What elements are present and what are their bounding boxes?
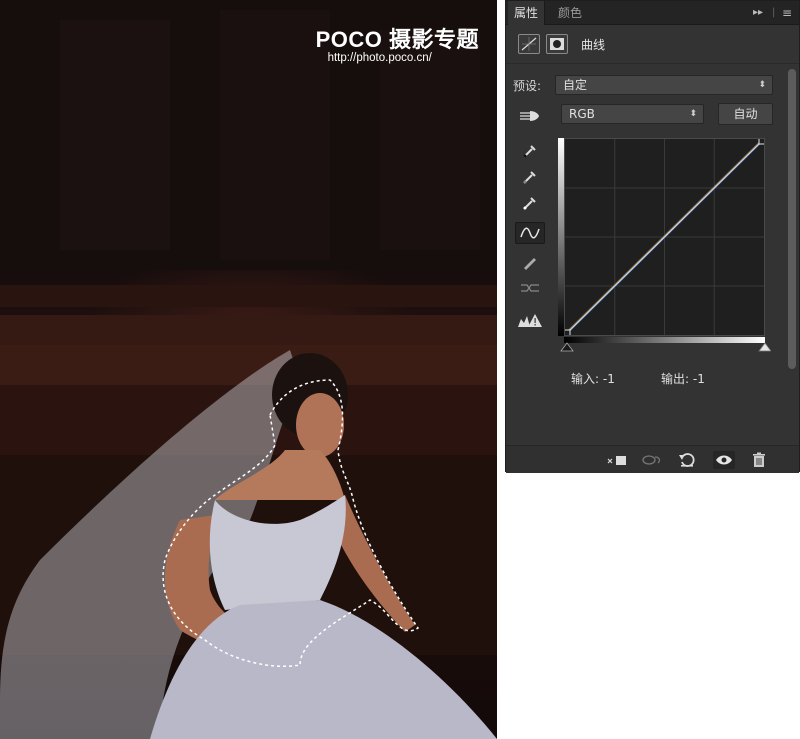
preset-value: 自定	[563, 78, 588, 92]
white-point-slider-icon[interactable]	[758, 342, 771, 352]
panel-scrollbar[interactable]	[787, 65, 797, 440]
reset-icon[interactable]	[676, 451, 698, 469]
output-readout: 输出: -1	[661, 370, 705, 387]
auto-button[interactable]: 自动	[718, 103, 773, 125]
output-label: 输出:	[661, 372, 690, 386]
pencil-draw-icon[interactable]	[515, 251, 545, 273]
input-readout: 输入: -1	[571, 370, 615, 387]
clipping-warning-icon[interactable]	[515, 309, 545, 331]
adjustment-header: 曲线	[506, 26, 799, 64]
view-previous-state-icon[interactable]	[641, 451, 663, 469]
photo-canvas: POCO 摄影专题 http://photo.poco.cn/	[0, 0, 497, 739]
white-point-eyedropper-icon[interactable]	[515, 192, 545, 214]
smooth-curve-icon[interactable]	[515, 278, 545, 300]
output-value: -1	[692, 372, 705, 386]
bride-photo	[0, 0, 497, 739]
input-sliders[interactable]	[558, 341, 771, 353]
panel-tabbar: 属性 颜色 ▸▸ | ≡	[506, 1, 799, 25]
input-label: 输入:	[571, 372, 600, 386]
adjustment-title: 曲线	[581, 38, 606, 52]
curve-graph[interactable]	[563, 137, 766, 337]
tab-properties[interactable]: 属性	[508, 1, 546, 25]
poco-watermark: POCO 摄影专题 http://photo.poco.cn/	[316, 22, 479, 64]
gray-point-eyedropper-icon[interactable]	[515, 166, 545, 188]
properties-panel: 属性 颜色 ▸▸ | ≡ 曲线 预设: 自定 ⬍ RGB ⬍ 自动 输入: -1…	[505, 0, 800, 473]
clip-to-layer-icon[interactable]	[606, 451, 628, 469]
scrollbar-thumb[interactable]	[788, 69, 796, 369]
visibility-eye-icon[interactable]	[713, 451, 735, 469]
input-value: -1	[602, 372, 615, 386]
watermark-title: POCO 摄影专题	[315, 27, 479, 52]
curve-plot[interactable]	[563, 137, 766, 337]
tab-color[interactable]: 颜色	[552, 1, 588, 25]
collapse-panel-icon[interactable]: ▸▸	[753, 1, 763, 25]
preset-dropdown[interactable]: 自定 ⬍	[555, 75, 773, 95]
layer-mask-icon[interactable]	[546, 34, 568, 54]
curve-control-point[interactable]	[563, 329, 571, 337]
target-adjust-hand-icon[interactable]	[515, 105, 545, 127]
dropdown-arrows-icon: ⬍	[689, 109, 697, 119]
trash-icon[interactable]	[748, 451, 770, 469]
black-point-eyedropper-icon[interactable]	[515, 140, 545, 162]
panel-menu-icon[interactable]: ≡	[782, 1, 792, 25]
curve-control-point[interactable]	[758, 137, 766, 145]
curves-adjustment-icon[interactable]	[518, 34, 540, 54]
channel-dropdown[interactable]: RGB ⬍	[561, 104, 704, 124]
channel-value: RGB	[569, 107, 595, 121]
black-point-slider-icon[interactable]	[560, 342, 574, 352]
curve-points-icon[interactable]	[515, 222, 545, 244]
dropdown-arrows-icon: ⬍	[758, 80, 766, 90]
preset-label: 预设:	[513, 79, 542, 93]
panel-footer	[506, 445, 799, 473]
